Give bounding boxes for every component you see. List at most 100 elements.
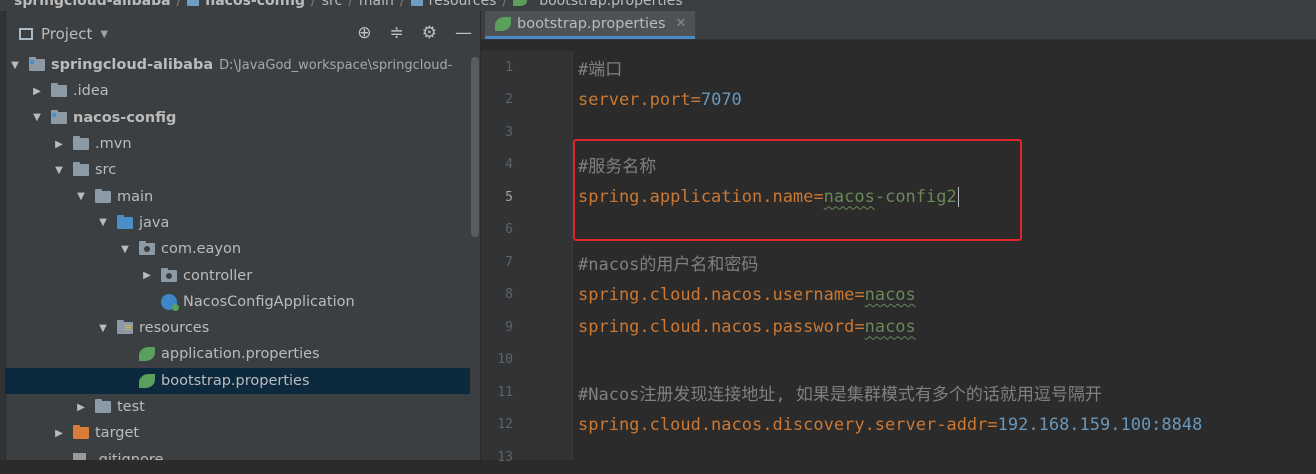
project-toolbar: Project ▼ ⊕ ≑ ⚙ —: [5, 11, 480, 57]
breadcrumb-separator: /: [311, 0, 316, 9]
text-caret: [957, 187, 959, 208]
tree-item[interactable]: ▶ test: [5, 394, 470, 420]
line-number: 2: [505, 92, 513, 108]
tree-item[interactable]: ▼ resources: [5, 315, 470, 341]
property-value: nacos: [864, 284, 916, 305]
property-value: 192.168.159.100:8848: [997, 414, 1203, 435]
code-line[interactable]: 4 #服务名称: [481, 149, 1316, 182]
code-line[interactable]: 1 #端口: [481, 51, 1316, 84]
excluded-folder-icon: [73, 425, 89, 440]
close-icon[interactable]: ✕: [676, 16, 687, 31]
project-view-icon: [19, 28, 33, 40]
gear-icon[interactable]: ⚙: [422, 23, 437, 43]
expand-arrow-icon[interactable]: ▼: [75, 191, 87, 202]
code-line[interactable]: 12 spring.cloud.nacos.discovery.server-ad…: [481, 409, 1316, 442]
breadcrumb-item[interactable]: springcloud-alibaba: [14, 0, 171, 9]
line-number: 7: [505, 254, 513, 270]
editor-tab-bar: bootstrap.properties ✕: [481, 11, 1316, 40]
comment-text: #nacos的用户名和密码: [578, 254, 759, 275]
breadcrumb-item[interactable]: resources: [429, 0, 497, 9]
property-value: nacos-config2: [823, 187, 957, 208]
tree-item-label: com.eayon: [161, 241, 242, 258]
code-line[interactable]: 8 spring.cloud.nacos.username=nacos: [481, 279, 1316, 312]
tree-item[interactable]: ▼ springcloud-alibaba D:\JavaGod_workspace…: [5, 52, 470, 78]
breadcrumb-separator: /: [348, 0, 353, 9]
code-line[interactable]: 5 spring.application.name=nacos-config2: [481, 181, 1316, 214]
expand-arrow-icon[interactable]: ▼: [97, 323, 109, 334]
folder-icon: [410, 0, 423, 6]
property-key: server.port: [578, 89, 691, 110]
tree-item-label: test: [117, 399, 145, 415]
package-icon: [161, 267, 177, 282]
code-line[interactable]: 9 spring.cloud.nacos.password=nacos: [481, 311, 1316, 344]
code-line[interactable]: 13: [481, 441, 1316, 474]
tree-item[interactable]: ▼ java: [5, 210, 470, 236]
spring-properties-icon: [139, 373, 155, 388]
tree-scrollbar[interactable]: [471, 57, 479, 237]
tree-item[interactable]: ▶ .mvn: [5, 131, 470, 157]
editor: bootstrap.properties ✕ 1 #端口 2 server.port=…: [481, 11, 1316, 465]
resources-folder-icon: [117, 320, 133, 335]
breadcrumb-item[interactable]: nacos-config: [205, 0, 305, 9]
tree-item[interactable]: .gitignore: [5, 446, 470, 460]
module-folder-icon: [29, 57, 45, 72]
tree-item-label: .mvn: [95, 136, 132, 153]
tree-item[interactable]: ▼ main: [5, 183, 470, 209]
project-tree: ▼ springcloud-alibaba D:\JavaGod_workspace…: [5, 52, 470, 460]
code-line[interactable]: 10: [481, 344, 1316, 377]
expand-arrow-icon[interactable]: ▼: [31, 112, 43, 123]
code-line[interactable]: 7 #nacos的用户名和密码: [481, 246, 1316, 279]
spring-properties-icon: [495, 16, 511, 31]
tree-item[interactable]: ▼ nacos-config: [5, 105, 470, 131]
folder-icon: [73, 136, 89, 151]
tree-item[interactable]: ▶ controller: [5, 262, 470, 288]
locate-file-icon[interactable]: ⊕: [357, 23, 371, 43]
tree-item[interactable]: ▼ src: [5, 157, 470, 183]
collapse-arrow-icon[interactable]: ▶: [31, 86, 43, 97]
tree-item[interactable]: bootstrap.properties: [5, 367, 470, 394]
code-text: spring.application.name=nacos-config2: [578, 187, 959, 208]
tree-item[interactable]: ▶ .idea: [5, 78, 470, 104]
tab-bootstrap-properties[interactable]: bootstrap.properties ✕: [485, 11, 695, 39]
code-line[interactable]: 11 #Nacos注册发现连接地址, 如果是集群模式有多个的话就用逗号隔开: [481, 376, 1316, 409]
collapse-arrow-icon[interactable]: ▶: [75, 402, 87, 413]
tab-label: bootstrap.properties: [517, 15, 666, 32]
breadcrumb-item[interactable]: bootstrap.properties: [539, 0, 682, 9]
code-area[interactable]: 1 #端口 2 server.port=7070 3 4 #服务名称 5 spring.appl…: [481, 51, 1316, 474]
expand-arrow-icon[interactable]: ▼: [9, 60, 21, 71]
project-view-selector[interactable]: Project: [41, 25, 92, 43]
line-number: 13: [497, 449, 513, 465]
code-line[interactable]: 6: [481, 214, 1316, 247]
tree-item[interactable]: NacosConfigApplication: [5, 289, 470, 315]
breadcrumb-separator: /: [502, 0, 508, 9]
code-text: #服务名称: [578, 152, 656, 177]
code-line[interactable]: 3: [481, 116, 1316, 149]
tree-item[interactable]: ▶ target: [5, 420, 470, 446]
hide-panel-icon[interactable]: —: [455, 23, 472, 43]
collapse-arrow-icon[interactable]: ▶: [53, 139, 65, 150]
equals-sign: =: [690, 89, 701, 110]
line-number: 1: [505, 59, 513, 75]
breadcrumb-separator: /: [399, 0, 405, 9]
tree-item[interactable]: application.properties: [5, 341, 470, 367]
line-number: 8: [505, 287, 513, 303]
tree-item[interactable]: ▼ com.eayon: [5, 236, 470, 262]
tree-item-label: main: [117, 188, 154, 205]
collapse-arrow-icon[interactable]: ▶: [53, 428, 65, 439]
code-line[interactable]: 2 server.port=7070: [481, 84, 1316, 117]
folder-icon: [187, 0, 200, 6]
property-value: 7070: [700, 89, 742, 110]
expand-arrow-icon[interactable]: ▼: [119, 244, 131, 255]
breadcrumb: springcloud-alibaba / nacos-config / src / mai…: [0, 0, 1316, 11]
expand-arrow-icon[interactable]: ▼: [97, 217, 109, 228]
file-icon: [73, 452, 86, 460]
tree-item-label: controller: [183, 267, 253, 284]
expand-arrow-icon[interactable]: ▼: [53, 165, 65, 176]
collapse-all-icon[interactable]: ≑: [390, 23, 404, 43]
breadcrumb-item[interactable]: main: [359, 0, 394, 9]
chevron-down-icon[interactable]: ▼: [100, 29, 108, 40]
collapse-arrow-icon[interactable]: ▶: [141, 270, 153, 281]
tree-item-label: NacosConfigApplication: [183, 293, 355, 310]
breadcrumb-item[interactable]: src: [322, 0, 342, 9]
line-number: 12: [497, 417, 513, 433]
